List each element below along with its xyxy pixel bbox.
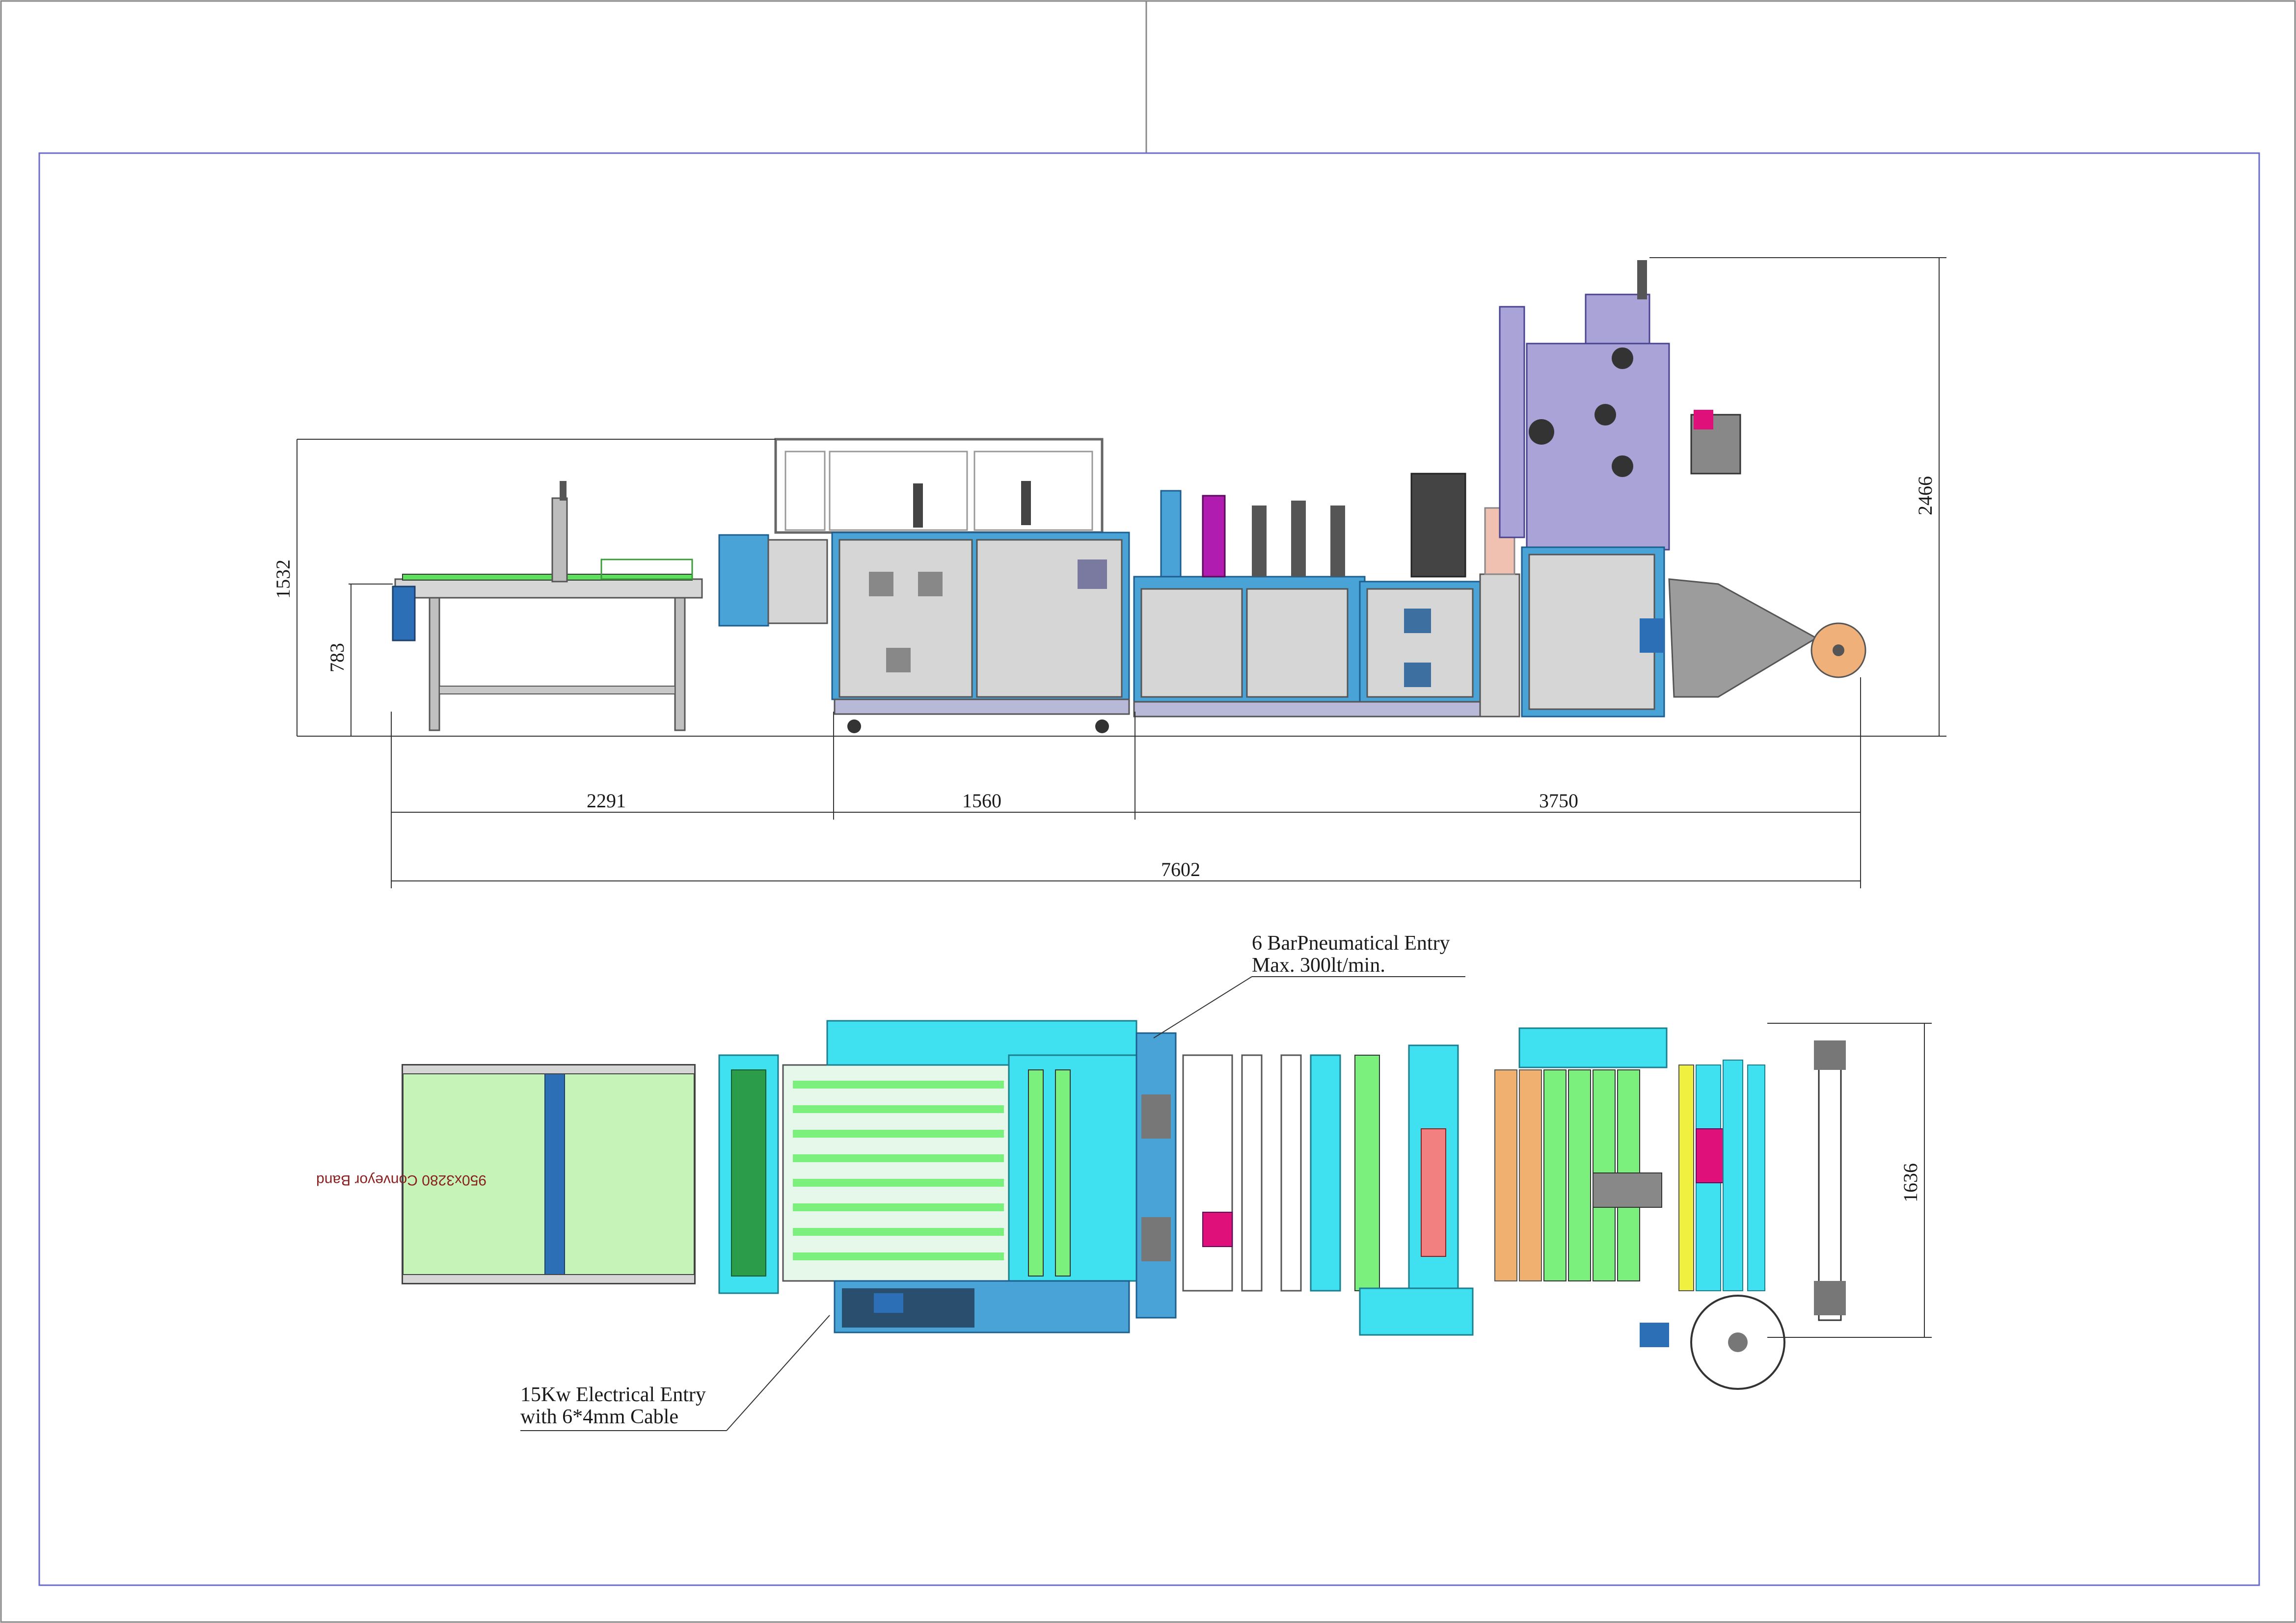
dim-len-total: 7602 — [1161, 858, 1200, 880]
sheet-border — [0, 0, 2296, 1623]
conveyor-table — [392, 481, 703, 731]
motor-icon — [1640, 1323, 1669, 1347]
side-view: 1532 783 2466 2291 1560 3750 7602 — [272, 257, 1946, 888]
belt-label: 950x3280 Conveyor Band — [316, 1172, 486, 1188]
entry-unit — [718, 534, 769, 627]
dim-height-conveyor: 783 — [326, 643, 348, 672]
middle-cabinet — [831, 481, 1130, 733]
dim-height-total: 2466 — [1914, 476, 1936, 515]
dim-len-right: 3750 — [1539, 790, 1578, 812]
dim-width-total: 1636 — [1899, 1163, 1921, 1202]
folding-section — [782, 1064, 1015, 1282]
pneumatic-note-line1: 6 BarPneumatical Entry — [1252, 932, 1450, 955]
electrical-note-line2: with 6*4mm Cable — [520, 1406, 678, 1428]
conveyor-belt: 950x3280 Conveyor Band — [316, 1064, 696, 1284]
pneumatic-bar — [1135, 1032, 1177, 1319]
right-cabinets — [1133, 473, 1520, 718]
top-view: 950x3280 Conveyor Band 1636 6 BarPneumat… — [316, 932, 1932, 1431]
motor-icon — [392, 585, 416, 641]
drawing-canvas: 1532 783 2466 2291 1560 3750 7602 950x32… — [0, 0, 2296, 1623]
drawing-frame — [38, 152, 2260, 1586]
dim-height-guard: 1532 — [272, 559, 294, 599]
electrical-note-line1: 15Kw Electrical Entry — [520, 1384, 706, 1406]
dim-len-conveyor: 2291 — [587, 790, 626, 812]
guard-housing — [774, 438, 1104, 534]
motor-icon — [1640, 618, 1664, 653]
dim-len-middle: 1560 — [962, 790, 1001, 812]
unwind-tower — [1499, 260, 1866, 718]
pneumatic-note-line2: Max. 300lt/min. — [1252, 954, 1385, 977]
